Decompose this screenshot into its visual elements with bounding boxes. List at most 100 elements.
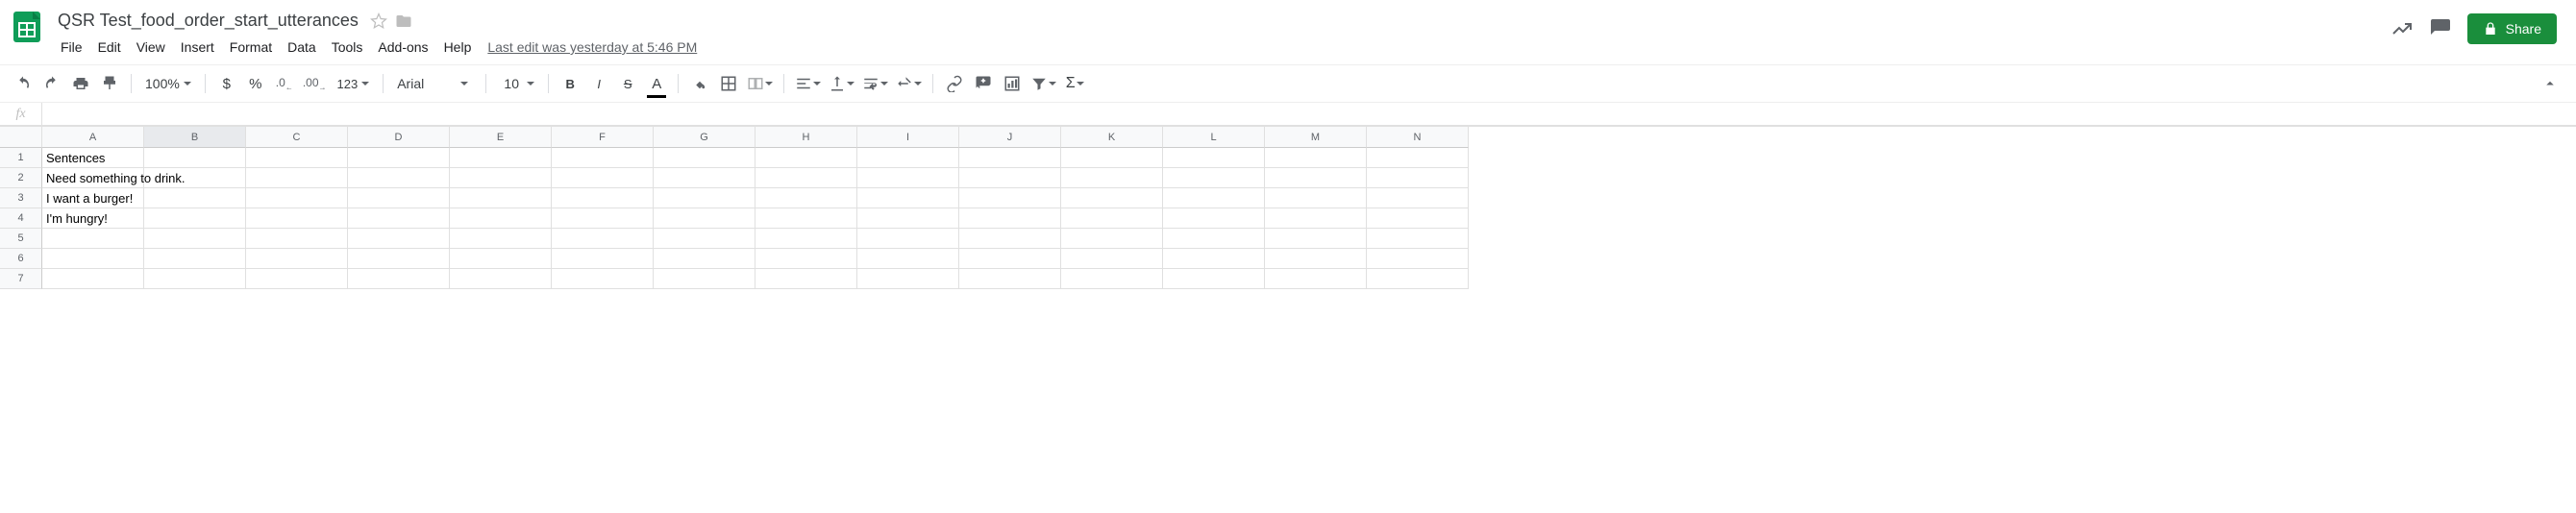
row-header-3[interactable]: 3	[0, 188, 42, 208]
cell-N6[interactable]	[1367, 249, 1469, 269]
last-edit-link[interactable]: Last edit was yesterday at 5:46 PM	[480, 36, 705, 59]
column-header-D[interactable]: D	[348, 127, 450, 148]
sheets-logo[interactable]	[8, 8, 46, 46]
cell-G7[interactable]	[654, 269, 755, 289]
increase-decimal-button[interactable]: .00→	[300, 70, 330, 97]
cell-G5[interactable]	[654, 229, 755, 249]
cell-M7[interactable]	[1265, 269, 1367, 289]
cell-B1[interactable]	[144, 148, 246, 168]
cell-L5[interactable]	[1163, 229, 1265, 249]
comments-icon[interactable]	[2429, 17, 2452, 40]
column-header-F[interactable]: F	[552, 127, 654, 148]
menu-insert[interactable]: Insert	[174, 36, 221, 59]
column-header-K[interactable]: K	[1061, 127, 1163, 148]
cell-M3[interactable]	[1265, 188, 1367, 208]
cell-I7[interactable]	[857, 269, 959, 289]
cell-I5[interactable]	[857, 229, 959, 249]
share-button[interactable]: Share	[2467, 13, 2557, 44]
folder-icon[interactable]	[395, 12, 412, 30]
cell-D4[interactable]	[348, 208, 450, 229]
column-header-N[interactable]: N	[1367, 127, 1469, 148]
cell-J4[interactable]	[959, 208, 1061, 229]
cell-L4[interactable]	[1163, 208, 1265, 229]
row-header-1[interactable]: 1	[0, 148, 42, 168]
cell-M5[interactable]	[1265, 229, 1367, 249]
cell-I4[interactable]	[857, 208, 959, 229]
cell-C6[interactable]	[246, 249, 348, 269]
column-header-L[interactable]: L	[1163, 127, 1265, 148]
menu-data[interactable]: Data	[281, 36, 323, 59]
cell-F1[interactable]	[552, 148, 654, 168]
cell-K6[interactable]	[1061, 249, 1163, 269]
star-icon[interactable]	[370, 12, 387, 30]
cell-N5[interactable]	[1367, 229, 1469, 249]
collapse-toolbar-button[interactable]	[2539, 70, 2566, 97]
cell-B5[interactable]	[144, 229, 246, 249]
cell-E7[interactable]	[450, 269, 552, 289]
column-header-M[interactable]: M	[1265, 127, 1367, 148]
cell-M1[interactable]	[1265, 148, 1367, 168]
cell-D7[interactable]	[348, 269, 450, 289]
column-header-A[interactable]: A	[42, 127, 144, 148]
cell-B2[interactable]	[144, 168, 246, 188]
row-header-2[interactable]: 2	[0, 168, 42, 188]
cell-N1[interactable]	[1367, 148, 1469, 168]
cell-N7[interactable]	[1367, 269, 1469, 289]
cell-K2[interactable]	[1061, 168, 1163, 188]
trend-icon[interactable]	[2390, 17, 2414, 40]
cell-M2[interactable]	[1265, 168, 1367, 188]
menu-view[interactable]: View	[130, 36, 172, 59]
cell-K1[interactable]	[1061, 148, 1163, 168]
cell-A7[interactable]	[42, 269, 144, 289]
cell-J6[interactable]	[959, 249, 1061, 269]
column-header-J[interactable]: J	[959, 127, 1061, 148]
cell-E4[interactable]	[450, 208, 552, 229]
cell-A3[interactable]: I want a burger!	[42, 188, 144, 208]
cell-J5[interactable]	[959, 229, 1061, 249]
column-header-G[interactable]: G	[654, 127, 755, 148]
cell-H1[interactable]	[755, 148, 857, 168]
cell-J3[interactable]	[959, 188, 1061, 208]
redo-button[interactable]	[38, 70, 65, 97]
cell-G4[interactable]	[654, 208, 755, 229]
paint-format-button[interactable]	[96, 70, 123, 97]
cell-I6[interactable]	[857, 249, 959, 269]
row-header-7[interactable]: 7	[0, 269, 42, 289]
cell-J1[interactable]	[959, 148, 1061, 168]
undo-button[interactable]	[10, 70, 37, 97]
cell-C3[interactable]	[246, 188, 348, 208]
cell-H4[interactable]	[755, 208, 857, 229]
menu-help[interactable]: Help	[437, 36, 479, 59]
cell-E1[interactable]	[450, 148, 552, 168]
text-color-button[interactable]: A	[643, 70, 670, 97]
insert-comment-button[interactable]	[970, 70, 997, 97]
cell-L6[interactable]	[1163, 249, 1265, 269]
column-header-H[interactable]: H	[755, 127, 857, 148]
cell-H3[interactable]	[755, 188, 857, 208]
cell-B3[interactable]	[144, 188, 246, 208]
cell-G6[interactable]	[654, 249, 755, 269]
cell-I2[interactable]	[857, 168, 959, 188]
functions-button[interactable]: Σ	[1061, 70, 1088, 97]
menu-addons[interactable]: Add-ons	[371, 36, 434, 59]
cell-J7[interactable]	[959, 269, 1061, 289]
cell-G2[interactable]	[654, 168, 755, 188]
menu-tools[interactable]: Tools	[325, 36, 370, 59]
cell-A1[interactable]: Sentences	[42, 148, 144, 168]
cell-K4[interactable]	[1061, 208, 1163, 229]
cell-H6[interactable]	[755, 249, 857, 269]
cell-D3[interactable]	[348, 188, 450, 208]
percent-button[interactable]: %	[242, 70, 269, 97]
cell-E3[interactable]	[450, 188, 552, 208]
currency-button[interactable]: $	[213, 70, 240, 97]
cell-I1[interactable]	[857, 148, 959, 168]
insert-link-button[interactable]	[941, 70, 968, 97]
cell-E6[interactable]	[450, 249, 552, 269]
bold-button[interactable]: B	[557, 70, 583, 97]
cell-C5[interactable]	[246, 229, 348, 249]
cell-E2[interactable]	[450, 168, 552, 188]
cell-K7[interactable]	[1061, 269, 1163, 289]
cell-D6[interactable]	[348, 249, 450, 269]
cell-A4[interactable]: I'm hungry!	[42, 208, 144, 229]
row-header-5[interactable]: 5	[0, 229, 42, 249]
